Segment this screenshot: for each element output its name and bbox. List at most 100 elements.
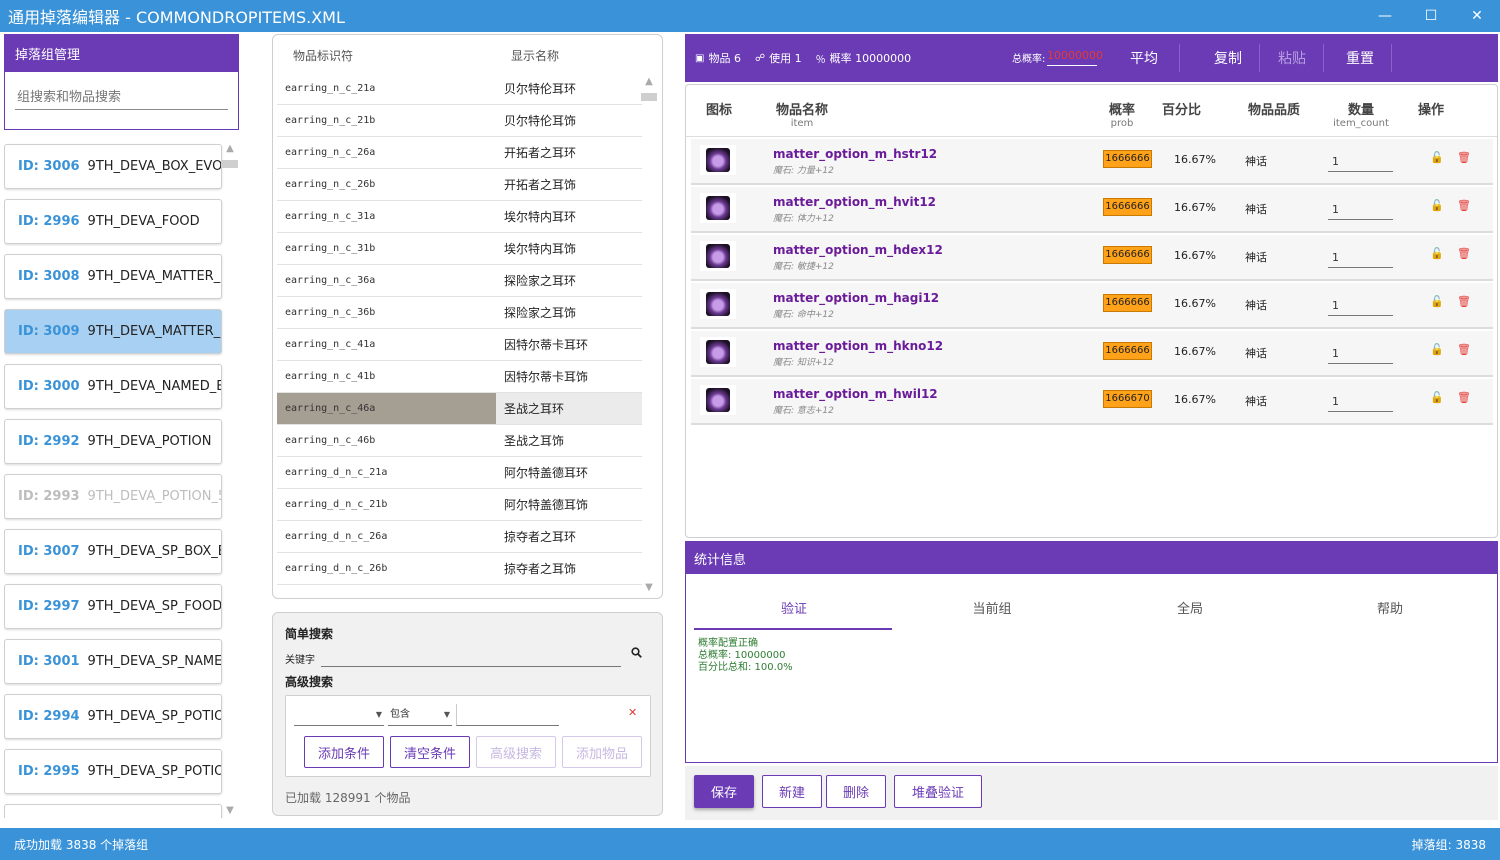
- clear-conditions-button[interactable]: 清空条件: [390, 736, 470, 768]
- item-row[interactable]: earring_d_n_c_21b 阿尔特盖德耳饰: [277, 489, 642, 521]
- scroll-up-icon[interactable]: ▲: [222, 142, 238, 156]
- close-button[interactable]: ✕: [1454, 0, 1500, 32]
- group-card[interactable]: ID: 3008 9TH_DEVA_MATTER_O: [4, 254, 222, 299]
- unlock-icon[interactable]: 🔓: [1430, 343, 1444, 356]
- item-row[interactable]: earring_n_c_41a 因特尔蒂卡耳环: [277, 329, 642, 361]
- drop-row[interactable]: matter_option_m_hvit12 魔石: 体力+12 1666666…: [691, 187, 1493, 233]
- item-row[interactable]: earring_n_c_26a 开拓者之耳环: [277, 137, 642, 169]
- unlock-icon[interactable]: 🔓: [1430, 151, 1444, 164]
- group-card[interactable]: ID: 3001 9TH_DEVA_SP_NAMED: [4, 639, 222, 684]
- group-list-scrollbar[interactable]: ▲ ▼: [222, 142, 238, 818]
- col-item-code[interactable]: 物品标识符: [273, 47, 493, 64]
- reset-button[interactable]: 重置: [1329, 34, 1391, 82]
- prob-input[interactable]: 1666666: [1103, 150, 1152, 168]
- tab-current-group[interactable]: 当前组: [892, 598, 1092, 617]
- count-input[interactable]: 1: [1328, 344, 1393, 364]
- item-row[interactable]: earring_n_c_26b 开拓者之耳饰: [277, 169, 642, 201]
- keyword-input[interactable]: [321, 647, 621, 667]
- count-input[interactable]: 1: [1328, 152, 1393, 172]
- group-name: 9TH_DEVA_POTION_5: [87, 489, 222, 504]
- stack-verify-button[interactable]: 堆叠验证: [894, 775, 982, 808]
- scroll-up-icon[interactable]: ▲: [641, 75, 657, 89]
- save-button[interactable]: 保存: [694, 775, 754, 808]
- prob-input[interactable]: 1666666: [1103, 342, 1152, 360]
- average-button[interactable]: 平均: [1113, 34, 1175, 82]
- unlock-icon[interactable]: 🔓: [1430, 199, 1444, 212]
- tab-global[interactable]: 全局: [1090, 598, 1290, 617]
- tab-help[interactable]: 帮助: [1290, 598, 1490, 617]
- new-button[interactable]: 新建: [762, 775, 822, 808]
- group-search-input[interactable]: 组搜索和物品搜索: [15, 86, 228, 110]
- minimize-button[interactable]: —: [1362, 0, 1408, 32]
- advanced-search-button[interactable]: 高级搜索: [476, 736, 556, 768]
- group-card[interactable]: ID: 2994 9TH_DEVA_SP_POTION: [4, 694, 222, 739]
- prob-input[interactable]: 1666666: [1103, 294, 1152, 312]
- col-count: 数量 item_count: [1331, 99, 1391, 129]
- group-card[interactable]: ID: 3000 9TH_DEVA_NAMED_EV: [4, 364, 222, 409]
- item-table-scrollbar[interactable]: ▲ ▼: [641, 75, 657, 595]
- drop-row[interactable]: matter_option_m_hwil12 魔石: 意志+12 1666670…: [691, 379, 1493, 425]
- item-row-selected[interactable]: earring_n_c_46a 圣战之耳环: [277, 393, 642, 425]
- item-row[interactable]: earring_n_c_21b 贝尔特伦耳饰: [277, 105, 642, 137]
- drop-row[interactable]: matter_option_m_hdex12 魔石: 敏捷+12 1666666…: [691, 235, 1493, 281]
- tab-validate[interactable]: 验证: [694, 598, 894, 617]
- group-list[interactable]: ID: 3006 9TH_DEVA_BOX_EVOLU ID: 2996 9TH_D…: [4, 140, 238, 818]
- count-input[interactable]: 1: [1328, 248, 1393, 268]
- field-select[interactable]: ▼: [294, 704, 384, 726]
- item-row[interactable]: earring_d_n_c_26a 掠夺者之耳环: [277, 521, 642, 553]
- delete-button[interactable]: 删除: [826, 775, 886, 808]
- count-input[interactable]: 1: [1328, 392, 1393, 412]
- group-card[interactable]: ID: 3006 9TH_DEVA_BOX_EVOLU: [4, 144, 222, 189]
- add-condition-button[interactable]: 添加条件: [304, 736, 384, 768]
- col-display-name[interactable]: 显示名称: [493, 47, 559, 64]
- operator-select[interactable]: 包含 ▼: [388, 704, 452, 726]
- condition-value-input[interactable]: [456, 704, 559, 726]
- item-row[interactable]: earring_n_c_36b 探险家之耳饰: [277, 297, 642, 329]
- item-row[interactable]: earring_d_n_c_26b 掠夺者之耳饰: [277, 553, 642, 585]
- drop-row[interactable]: matter_option_m_hkno12 魔石: 知识+12 1666666…: [691, 331, 1493, 377]
- prob-input[interactable]: 1666670: [1103, 390, 1152, 408]
- copy-button[interactable]: 复制: [1197, 34, 1259, 82]
- delete-icon[interactable]: 🗑: [1457, 391, 1471, 404]
- scroll-down-icon[interactable]: ▼: [641, 581, 657, 595]
- maximize-button[interactable]: ☐: [1408, 0, 1454, 32]
- add-item-button[interactable]: 添加物品: [562, 736, 642, 768]
- delete-icon[interactable]: 🗑: [1457, 199, 1471, 212]
- item-row[interactable]: earring_n_c_46b 圣战之耳饰: [277, 425, 642, 457]
- group-card[interactable]: ID: 2995 9TH_DEVA_SP_POTION: [4, 749, 222, 794]
- count-input[interactable]: 1: [1328, 200, 1393, 220]
- group-card-selected[interactable]: ID: 3009 9TH_DEVA_MATTER_O: [4, 309, 222, 354]
- unlock-icon[interactable]: 🔓: [1430, 295, 1444, 308]
- scrollbar-thumb[interactable]: [641, 93, 657, 101]
- item-row[interactable]: earring_n_c_41b 因特尔蒂卡耳饰: [277, 361, 642, 393]
- scrollbar-thumb[interactable]: [222, 160, 238, 168]
- delete-icon[interactable]: 🗑: [1457, 247, 1471, 260]
- users-icon: ☍: [754, 52, 766, 64]
- prob-input[interactable]: 1666666: [1103, 198, 1152, 216]
- paste-button[interactable]: 粘贴: [1261, 34, 1323, 82]
- group-card[interactable]: ID: 2992 9TH_DEVA_POTION: [4, 419, 222, 464]
- item-row[interactable]: earring_d_n_c_21a 阿尔特盖德耳环: [277, 457, 642, 489]
- count-input[interactable]: 1: [1328, 296, 1393, 316]
- delete-icon[interactable]: 🗑: [1457, 343, 1471, 356]
- item-row[interactable]: earring_n_c_36a 探险家之耳环: [277, 265, 642, 297]
- total-prob-input[interactable]: 10000000: [1047, 46, 1103, 66]
- group-card[interactable]: ID: 2997 9TH_DEVA_SP_FOOD: [4, 584, 222, 629]
- scroll-down-icon[interactable]: ▼: [222, 804, 238, 818]
- group-card[interactable]: ID: 2996 9TH_DEVA_FOOD: [4, 199, 222, 244]
- item-row[interactable]: earring_n_c_31a 埃尔特内耳环: [277, 201, 642, 233]
- item-row[interactable]: earring_n_c_31b 埃尔特内耳饰: [277, 233, 642, 265]
- group-card-partial[interactable]: [4, 804, 222, 818]
- group-card-disabled[interactable]: ID: 2993 9TH_DEVA_POTION_5: [4, 474, 222, 519]
- drop-row[interactable]: matter_option_m_hstr12 魔石: 力量+12 1666666…: [691, 139, 1493, 185]
- prob-input[interactable]: 1666666: [1103, 246, 1152, 264]
- drop-row[interactable]: matter_option_m_hagi12 魔石: 命中+12 1666666…: [691, 283, 1493, 329]
- search-icon[interactable]: [631, 647, 642, 661]
- unlock-icon[interactable]: 🔓: [1430, 247, 1444, 260]
- remove-condition-icon[interactable]: ✕: [628, 706, 637, 719]
- delete-icon[interactable]: 🗑: [1457, 151, 1471, 164]
- delete-icon[interactable]: 🗑: [1457, 295, 1471, 308]
- group-card[interactable]: ID: 3007 9TH_DEVA_SP_BOX_EV: [4, 529, 222, 574]
- unlock-icon[interactable]: 🔓: [1430, 391, 1444, 404]
- item-row[interactable]: earring_n_c_21a 贝尔特伦耳环: [277, 73, 642, 105]
